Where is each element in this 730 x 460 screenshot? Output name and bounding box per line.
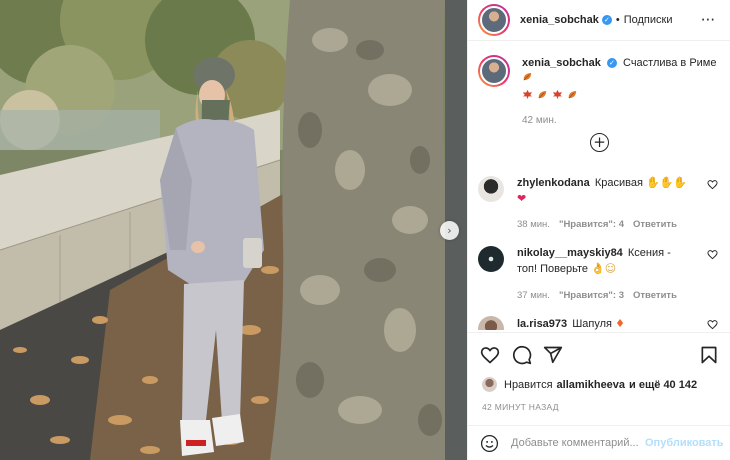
author-avatar[interactable] [478, 4, 510, 36]
caption-time: 42 мин. [522, 115, 557, 126]
fallen-leaf-emoji [538, 90, 547, 99]
add-comment-input[interactable] [511, 437, 641, 449]
caption-author-avatar[interactable] [478, 55, 510, 87]
fallen-leaf-emoji [568, 90, 577, 99]
ok-hand-and-smile-emoji: 👌☺ [591, 262, 617, 275]
likes-summary: Нравится allamikheeva и ещё 40 142 [482, 377, 697, 392]
verified-badge-icon: ✓ [606, 58, 617, 69]
commenter-avatar[interactable] [478, 176, 504, 202]
likes-prefix: Нравится [504, 378, 553, 391]
reply-button[interactable]: Ответить [633, 217, 677, 232]
maple-leaf-emoji [522, 89, 533, 100]
likes-count[interactable]: и ещё 40 142 [629, 379, 697, 391]
more-horizontal-icon[interactable]: ··· [701, 11, 715, 29]
post-actions-bar [468, 332, 730, 372]
comment-username[interactable]: la.risa973 [517, 318, 567, 330]
liker-avatar[interactable] [482, 377, 497, 392]
comment-username[interactable]: zhylenkodana [517, 177, 590, 189]
comment-likes-count[interactable]: "Нравится": 4 [559, 217, 624, 232]
comments-list: zhylenkodana Красивая ✋✋✋ ❤ 38 мин. "Нра… [468, 168, 730, 330]
comment-item: la.risa973 Шапуля ♦ [478, 316, 721, 330]
comment-username[interactable]: nikolay__mayskiy84 [517, 247, 623, 259]
post-timestamp: 42 МИНУТ НАЗАД [482, 402, 559, 412]
verified-badge-icon: ✓ [601, 15, 612, 25]
chevron-right-icon: › [447, 224, 452, 237]
red-heart-emoji: ❤ [517, 192, 527, 205]
liker-username[interactable]: allamikheeva [557, 379, 626, 391]
comment-bubble-icon[interactable] [512, 345, 532, 365]
like-comment-heart-icon[interactable] [707, 249, 718, 260]
maple-leaf-emoji [552, 89, 563, 100]
emoji-smile-icon[interactable] [480, 434, 499, 453]
like-comment-heart-icon[interactable] [707, 179, 718, 190]
bookmark-save-icon[interactable] [699, 345, 719, 365]
comment-item: nikolay__mayskiy84 Ксения - топ! Поверьт… [478, 246, 721, 303]
carousel-next-button[interactable]: › [440, 221, 459, 240]
fire-emoji: ♦ [615, 317, 625, 330]
like-comment-heart-icon[interactable] [707, 319, 718, 330]
photo-illustration [0, 0, 467, 460]
caption-text: Счастлива в Риме [623, 57, 717, 69]
comment-text: Шапуля [572, 318, 613, 330]
comment-item: zhylenkodana Красивая ✋✋✋ ❤ 38 мин. "Нра… [478, 176, 721, 232]
post-caption: xenia_sobchak ✓ Счастлива в Риме 42 мин. [478, 55, 721, 129]
plus-circle-icon: + [593, 133, 606, 151]
load-more-comments-button[interactable]: + [590, 133, 609, 152]
post-photo [0, 0, 467, 460]
author-username[interactable]: xenia_sobchak [520, 14, 599, 26]
like-heart-icon[interactable] [480, 345, 500, 365]
post-header: xenia_sobchak ✓ • Подписки ··· [468, 0, 730, 41]
post-side-panel: xenia_sobchak ✓ • Подписки ··· xenia_sob… [467, 0, 730, 460]
share-paper-plane-icon[interactable] [543, 345, 563, 365]
fallen-leaf-emoji [523, 72, 532, 81]
comment-text: Красивая [594, 177, 643, 189]
following-button[interactable]: Подписки [624, 14, 673, 26]
caption-username[interactable]: xenia_sobchak [522, 57, 601, 69]
publish-button[interactable]: Опубликовать [645, 437, 724, 449]
commenter-avatar[interactable] [478, 316, 504, 330]
comment-time: 37 мин. [517, 290, 550, 301]
reply-button[interactable]: Ответить [633, 288, 677, 303]
add-comment-bar: Опубликовать [468, 425, 730, 460]
commenter-avatar[interactable] [478, 246, 504, 272]
comment-time: 38 мин. [517, 219, 550, 230]
praying-hands-emoji: ✋✋✋ [645, 177, 688, 189]
separator-dot: • [615, 14, 620, 26]
caption-emojis [522, 89, 721, 100]
comment-likes-count[interactable]: "Нравится": 3 [559, 288, 624, 303]
